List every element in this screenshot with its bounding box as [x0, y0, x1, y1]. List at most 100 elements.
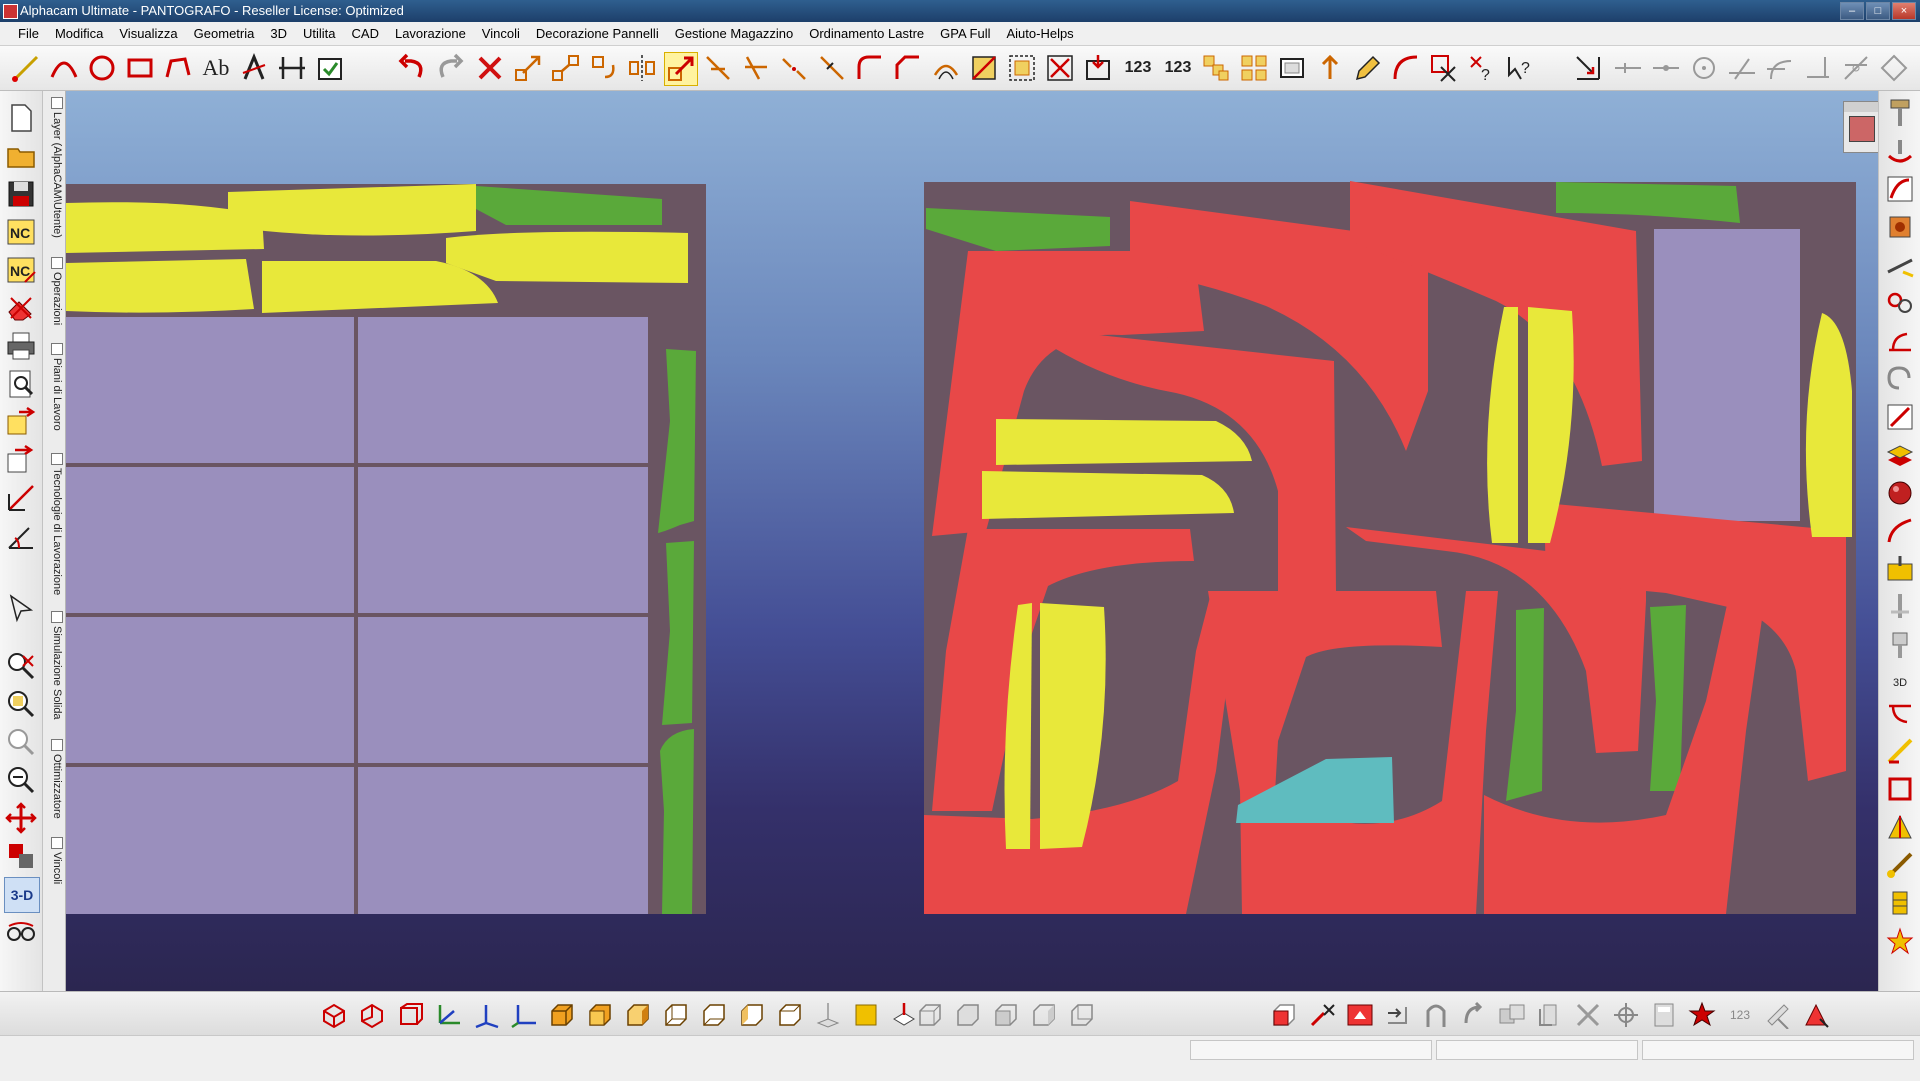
part-yellow[interactable] — [66, 259, 254, 313]
dimension-tool-icon[interactable] — [276, 52, 308, 84]
minimize-button[interactable]: – — [1840, 2, 1864, 20]
tab-piani-di-lavoro[interactable]: Piani di Lavoro — [45, 343, 63, 431]
machining-3d-icon[interactable]: 3D — [1884, 667, 1916, 699]
part-purple-panel[interactable] — [66, 467, 354, 613]
part-purple-panel[interactable] — [66, 317, 354, 463]
erase-icon[interactable] — [4, 291, 38, 325]
cube-bottom-icon[interactable] — [698, 1000, 730, 1030]
move-icon[interactable] — [512, 52, 544, 84]
menu-ordinamento-lastre[interactable]: Ordinamento Lastre — [801, 26, 932, 41]
snap-tangent-icon[interactable] — [1764, 52, 1796, 84]
tab-layer[interactable]: Layer (AlphaCAM\Utente) — [45, 97, 63, 238]
rough-finish-icon[interactable] — [1884, 135, 1916, 167]
edit-toolpath-icon[interactable] — [1884, 401, 1916, 433]
close-button[interactable]: × — [1892, 2, 1916, 20]
reverse-icon[interactable] — [1884, 363, 1916, 395]
pan-icon[interactable] — [4, 801, 38, 835]
measure-surface-icon[interactable] — [1762, 1000, 1794, 1030]
snap-intersection-icon[interactable] — [1840, 52, 1872, 84]
snap-center-icon[interactable] — [1688, 52, 1720, 84]
extrude-icon[interactable] — [1306, 1000, 1338, 1030]
trim-icon[interactable] — [702, 52, 734, 84]
redo-icon[interactable] — [434, 52, 466, 84]
plane-icon[interactable] — [812, 1000, 844, 1030]
cube-side-icon[interactable] — [622, 1000, 654, 1030]
zoom-in-icon[interactable] — [4, 725, 38, 759]
axis-xz-icon[interactable] — [470, 1000, 502, 1030]
origin-icon[interactable] — [1610, 1000, 1642, 1030]
print-preview-icon[interactable] — [4, 367, 38, 401]
tab-simulazione-solida[interactable]: Simulazione Solida — [45, 611, 63, 720]
snap-perpendicular-icon[interactable] — [1726, 52, 1758, 84]
chamfer-icon[interactable] — [892, 52, 924, 84]
lead-out-icon[interactable] — [1884, 697, 1916, 729]
explode-icon[interactable] — [1686, 1000, 1718, 1030]
cube-back-icon[interactable] — [660, 1000, 692, 1030]
menu-3d[interactable]: 3D — [262, 26, 295, 41]
menu-gestione-magazzino[interactable]: Gestione Magazzino — [667, 26, 802, 41]
zoom-extents-icon[interactable] — [4, 687, 38, 721]
align-icon[interactable] — [1572, 52, 1604, 84]
tool-magazine-icon[interactable] — [1884, 887, 1916, 919]
part-green[interactable] — [660, 729, 694, 914]
saw-icon[interactable] — [1884, 249, 1916, 281]
maximize-button[interactable]: □ — [1866, 2, 1890, 20]
nc-output-icon[interactable]: NC — [4, 215, 38, 249]
undo-icon[interactable] — [396, 52, 428, 84]
menu-modifica[interactable]: Modifica — [47, 26, 111, 41]
import-icon[interactable] — [4, 405, 38, 439]
boolean-icon[interactable] — [1428, 52, 1460, 84]
surface-copy-icon[interactable] — [1496, 1000, 1528, 1030]
cube-left-icon[interactable] — [736, 1000, 768, 1030]
text-style-icon[interactable] — [238, 52, 270, 84]
zoom-window-icon[interactable] — [4, 649, 38, 683]
view-iso-2-icon[interactable] — [356, 1000, 388, 1030]
circles-icon[interactable] — [1884, 287, 1916, 319]
square-outline-icon[interactable] — [1884, 773, 1916, 805]
array-icon[interactable] — [1238, 52, 1270, 84]
menu-utilita[interactable]: Utilita — [295, 26, 344, 41]
wire-cube-5-icon[interactable] — [1066, 1000, 1098, 1030]
part-yellow[interactable] — [228, 184, 476, 236]
polyline-tool-icon[interactable] — [162, 52, 194, 84]
axis-yz-icon[interactable] — [508, 1000, 540, 1030]
arc-tool-icon[interactable] — [48, 52, 80, 84]
sort-icon[interactable] — [1200, 52, 1232, 84]
tool-holder-icon[interactable] — [1884, 629, 1916, 661]
star-effects-icon[interactable] — [1884, 925, 1916, 957]
cube-right-icon[interactable] — [774, 1000, 806, 1030]
menu-gpa-full[interactable]: GPA Full — [932, 26, 998, 41]
menu-cad[interactable]: CAD — [344, 26, 387, 41]
part-yellow[interactable] — [982, 471, 1234, 519]
rectangle-tool-icon[interactable] — [124, 52, 156, 84]
engrave-icon[interactable] — [1884, 515, 1916, 547]
calculator-icon[interactable] — [1648, 1000, 1680, 1030]
machining-center-icon[interactable] — [1884, 553, 1916, 585]
view-navigator-window[interactable] — [1843, 101, 1879, 153]
query-cursor-icon[interactable]: ? — [1504, 52, 1536, 84]
wire-cube-1-icon[interactable] — [914, 1000, 946, 1030]
part-purple-panel[interactable] — [358, 617, 648, 763]
app-icon[interactable] — [3, 4, 18, 19]
menu-visualizza[interactable]: Visualizza — [111, 26, 185, 41]
ungroup-icon[interactable] — [1044, 52, 1076, 84]
stack-copy-icon[interactable] — [1534, 1000, 1566, 1030]
frame-icon[interactable] — [1276, 52, 1308, 84]
snap-line-icon[interactable] — [1612, 52, 1644, 84]
delete-icon[interactable] — [474, 52, 506, 84]
menu-vincoli[interactable]: Vincoli — [474, 26, 528, 41]
view-iso-icon[interactable] — [318, 1000, 350, 1030]
numbering-icon[interactable]: 123 — [1120, 52, 1156, 84]
wire-cube-3-icon[interactable] — [990, 1000, 1022, 1030]
tangent-arc-icon[interactable] — [1390, 52, 1422, 84]
sweep-icon[interactable] — [1458, 1000, 1490, 1030]
raise-arrow-icon[interactable] — [1344, 1000, 1376, 1030]
tab-vincoli[interactable]: Vincoli — [45, 837, 63, 884]
save-icon[interactable] — [4, 177, 38, 211]
part-purple-panel[interactable] — [66, 617, 354, 763]
pocket-icon[interactable] — [1884, 173, 1916, 205]
new-file-icon[interactable] — [4, 101, 38, 135]
wire-cube-2-icon[interactable] — [952, 1000, 984, 1030]
line-tool-icon[interactable] — [10, 52, 42, 84]
part-purple-panel[interactable] — [358, 767, 648, 914]
